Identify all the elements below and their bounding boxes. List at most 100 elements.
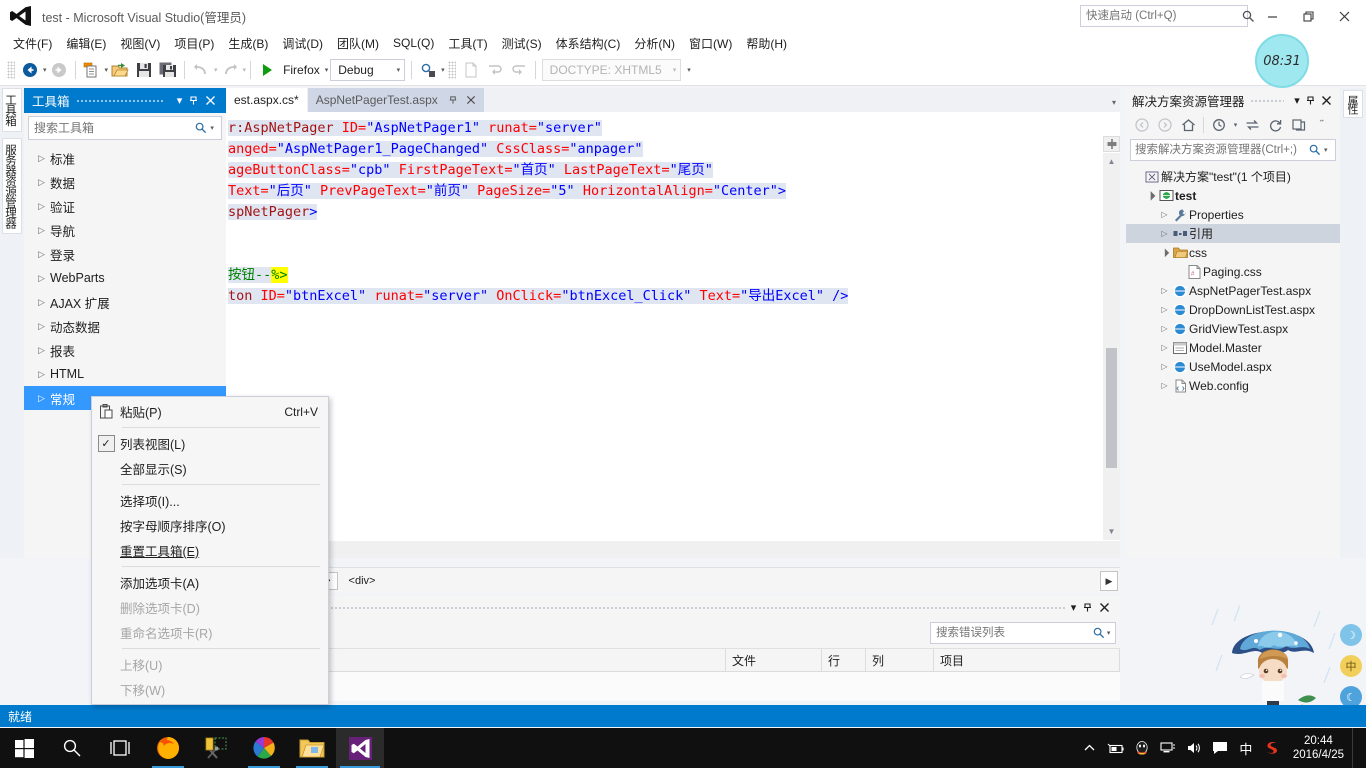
chevron-down-icon[interactable]: ◢ xyxy=(1157,245,1173,261)
chevron-right-icon[interactable]: ▷ xyxy=(1158,305,1171,314)
error-list-col-project[interactable]: 项目 xyxy=(934,649,1120,672)
tree-node-test[interactable]: ◢ test xyxy=(1126,186,1340,205)
context-menu-item--o-[interactable]: 按字母顺序排序(O) xyxy=(92,513,328,538)
redo-dropdown[interactable]: ▾ xyxy=(243,66,247,74)
overflow-icon[interactable]: ˝ xyxy=(1310,114,1332,136)
toolbox-category-html[interactable]: ▷ HTML xyxy=(24,362,226,386)
taskbar-search-button[interactable] xyxy=(48,728,96,768)
sidebar-item-toolbox[interactable]: 工具箱 xyxy=(2,88,22,132)
sogou-input-icon[interactable] xyxy=(1259,728,1285,768)
chevron-right-icon[interactable]: ▷ xyxy=(1158,210,1171,219)
tab-aspnetpagertest-aspx[interactable]: AspNetPagerTest.aspx xyxy=(307,88,484,112)
solution-explorer-drag-handle[interactable] xyxy=(1249,88,1284,112)
collapse-all-icon[interactable] xyxy=(1287,114,1309,136)
taskbar-clock[interactable]: 20:44 2016/4/25 xyxy=(1285,734,1352,762)
error-list-col-line[interactable]: 行 xyxy=(822,649,866,672)
find-dropdown[interactable]: ▾ xyxy=(441,66,445,74)
menu-analyze[interactable]: 分析(N) xyxy=(627,33,682,54)
moon-orb-icon[interactable]: ☽ xyxy=(1340,624,1362,646)
sync-icon[interactable] xyxy=(1241,114,1263,136)
chevron-right-icon[interactable]: ▷ xyxy=(1158,286,1171,295)
context-menu-item--l-[interactable]: ✓ 列表视图(L) xyxy=(92,431,328,456)
sql-tools-button[interactable] xyxy=(192,728,240,768)
error-list-drag-handle[interactable] xyxy=(230,596,1065,618)
editor-horizontal-scrollbar[interactable] xyxy=(226,541,1120,558)
chevron-down-icon[interactable]: ▾ xyxy=(1289,94,1305,107)
chevron-right-icon[interactable]: ▷ xyxy=(1158,381,1171,390)
tree-node-gridviewtest.aspx[interactable]: ▷ GridViewTest.aspx xyxy=(1126,319,1340,338)
scroll-up-button[interactable]: ▲ xyxy=(1103,153,1120,170)
error-search-options-dropdown[interactable]: ▾ xyxy=(1107,629,1115,637)
breadcrumb-div[interactable]: <div> xyxy=(342,572,383,590)
start-debug-target-label[interactable]: Firefox xyxy=(279,63,324,77)
save-icon[interactable] xyxy=(132,58,156,82)
context-menu-item--a-[interactable]: 添加选项卡(A) xyxy=(92,570,328,595)
pin-icon[interactable] xyxy=(448,95,458,105)
chevron-right-icon[interactable]: ▷ xyxy=(1158,324,1171,333)
menu-help[interactable]: 帮助(H) xyxy=(739,33,794,54)
back-icon[interactable] xyxy=(1131,114,1153,136)
ime-orb-icon[interactable]: 中 xyxy=(1340,655,1362,677)
close-icon[interactable] xyxy=(1321,95,1337,106)
toolbox-search-options-dropdown[interactable]: ▾ xyxy=(210,124,221,132)
menu-build[interactable]: 生成(B) xyxy=(221,33,275,54)
solution-explorer-search-input[interactable] xyxy=(1131,143,1306,157)
doctype-combo[interactable]: DOCTYPE: XHTML5 ▾ xyxy=(541,58,682,81)
scroll-down-button[interactable]: ▼ xyxy=(1103,523,1120,540)
pin-icon[interactable] xyxy=(1082,602,1099,613)
toolbox-category-dynamic-data[interactable]: ▷ 动态数据 xyxy=(24,314,226,338)
network-icon[interactable] xyxy=(1155,728,1181,768)
quick-launch-input[interactable] xyxy=(1081,9,1242,23)
toolbox-category-webparts[interactable]: ▷ WebParts xyxy=(24,266,226,290)
code-editor-surface[interactable]: r:AspNetPager ID="AspNetPager1" runat="s… xyxy=(226,112,1120,558)
vertical-scroll-thumb[interactable] xyxy=(1106,348,1117,468)
refresh-icon[interactable] xyxy=(1264,114,1286,136)
error-list-search-input[interactable] xyxy=(931,626,1092,640)
menu-debug[interactable]: 调试(D) xyxy=(275,33,330,54)
find-in-files-icon[interactable] xyxy=(416,58,440,82)
context-menu-item--p-[interactable]: 粘贴(P) Ctrl+V xyxy=(92,399,328,424)
task-view-button[interactable] xyxy=(96,728,144,768)
toolbox-category-data[interactable]: ▷ 数据 xyxy=(24,170,226,194)
browser-button[interactable] xyxy=(240,728,288,768)
toolbox-category-standard[interactable]: ▷ 标准 xyxy=(24,146,226,170)
show-hidden-icons-icon[interactable] xyxy=(1077,728,1103,768)
menu-sql[interactable]: SQL(Q) xyxy=(386,34,441,52)
tree-node--test-1-[interactable]: 解决方案"test"(1 个项目) xyxy=(1126,167,1340,186)
menu-view[interactable]: 视图(V) xyxy=(113,33,167,54)
start-button[interactable] xyxy=(0,728,48,768)
menu-project[interactable]: 项目(P) xyxy=(167,33,221,54)
show-desktop-button[interactable] xyxy=(1352,728,1358,768)
context-menu-item--s-[interactable]: 全部显示(S) xyxy=(92,456,328,481)
close-icon[interactable] xyxy=(466,95,476,105)
close-icon[interactable] xyxy=(205,95,222,106)
menu-architecture[interactable]: 体系结构(C) xyxy=(549,33,628,54)
save-all-icon[interactable] xyxy=(156,58,180,82)
navigate-back-icon[interactable] xyxy=(18,58,42,82)
toolbar-grip-2[interactable] xyxy=(447,60,456,79)
forward-icon[interactable] xyxy=(1154,114,1176,136)
tree-node-css[interactable]: ◢ css xyxy=(1126,243,1340,262)
toolbar-grip[interactable] xyxy=(7,60,15,79)
restore-button[interactable] xyxy=(1290,1,1326,31)
visual-studio-button[interactable] xyxy=(336,728,384,768)
editor-vertical-scrollbar[interactable]: ▲ ▼ xyxy=(1103,153,1120,540)
pin-icon[interactable] xyxy=(1305,95,1321,106)
tree-node-properties[interactable]: ▷ Properties xyxy=(1126,205,1340,224)
menu-tools[interactable]: 工具(T) xyxy=(441,33,494,54)
start-debug-dropdown[interactable]: ▾ xyxy=(325,66,329,74)
code-text[interactable]: r:AspNetPager ID="AspNetPager1" runat="s… xyxy=(228,118,849,307)
sidebar-item-properties[interactable]: 属性 xyxy=(1343,90,1363,118)
qq-icon[interactable] xyxy=(1129,728,1155,768)
solution-explorer-search-box[interactable]: ▾ xyxy=(1130,139,1336,161)
toolbox-category-navigation[interactable]: ▷ 导航 xyxy=(24,218,226,242)
chevron-down-icon[interactable]: ◢ xyxy=(1143,188,1159,204)
toolbox-category-login[interactable]: ▷ 登录 xyxy=(24,242,226,266)
toolbox-category-reporting[interactable]: ▷ 报表 xyxy=(24,338,226,362)
sidebar-item-server-explorer[interactable]: 服务器资源管理器 xyxy=(2,137,22,234)
chevron-down-icon[interactable]: ▾ xyxy=(1065,601,1082,614)
toolbox-drag-handle[interactable] xyxy=(75,88,165,113)
tab-est-aspx-cs[interactable]: est.aspx.cs* xyxy=(226,88,307,112)
home-icon[interactable] xyxy=(1177,114,1199,136)
toolbox-category-validation[interactable]: ▷ 验证 xyxy=(24,194,226,218)
